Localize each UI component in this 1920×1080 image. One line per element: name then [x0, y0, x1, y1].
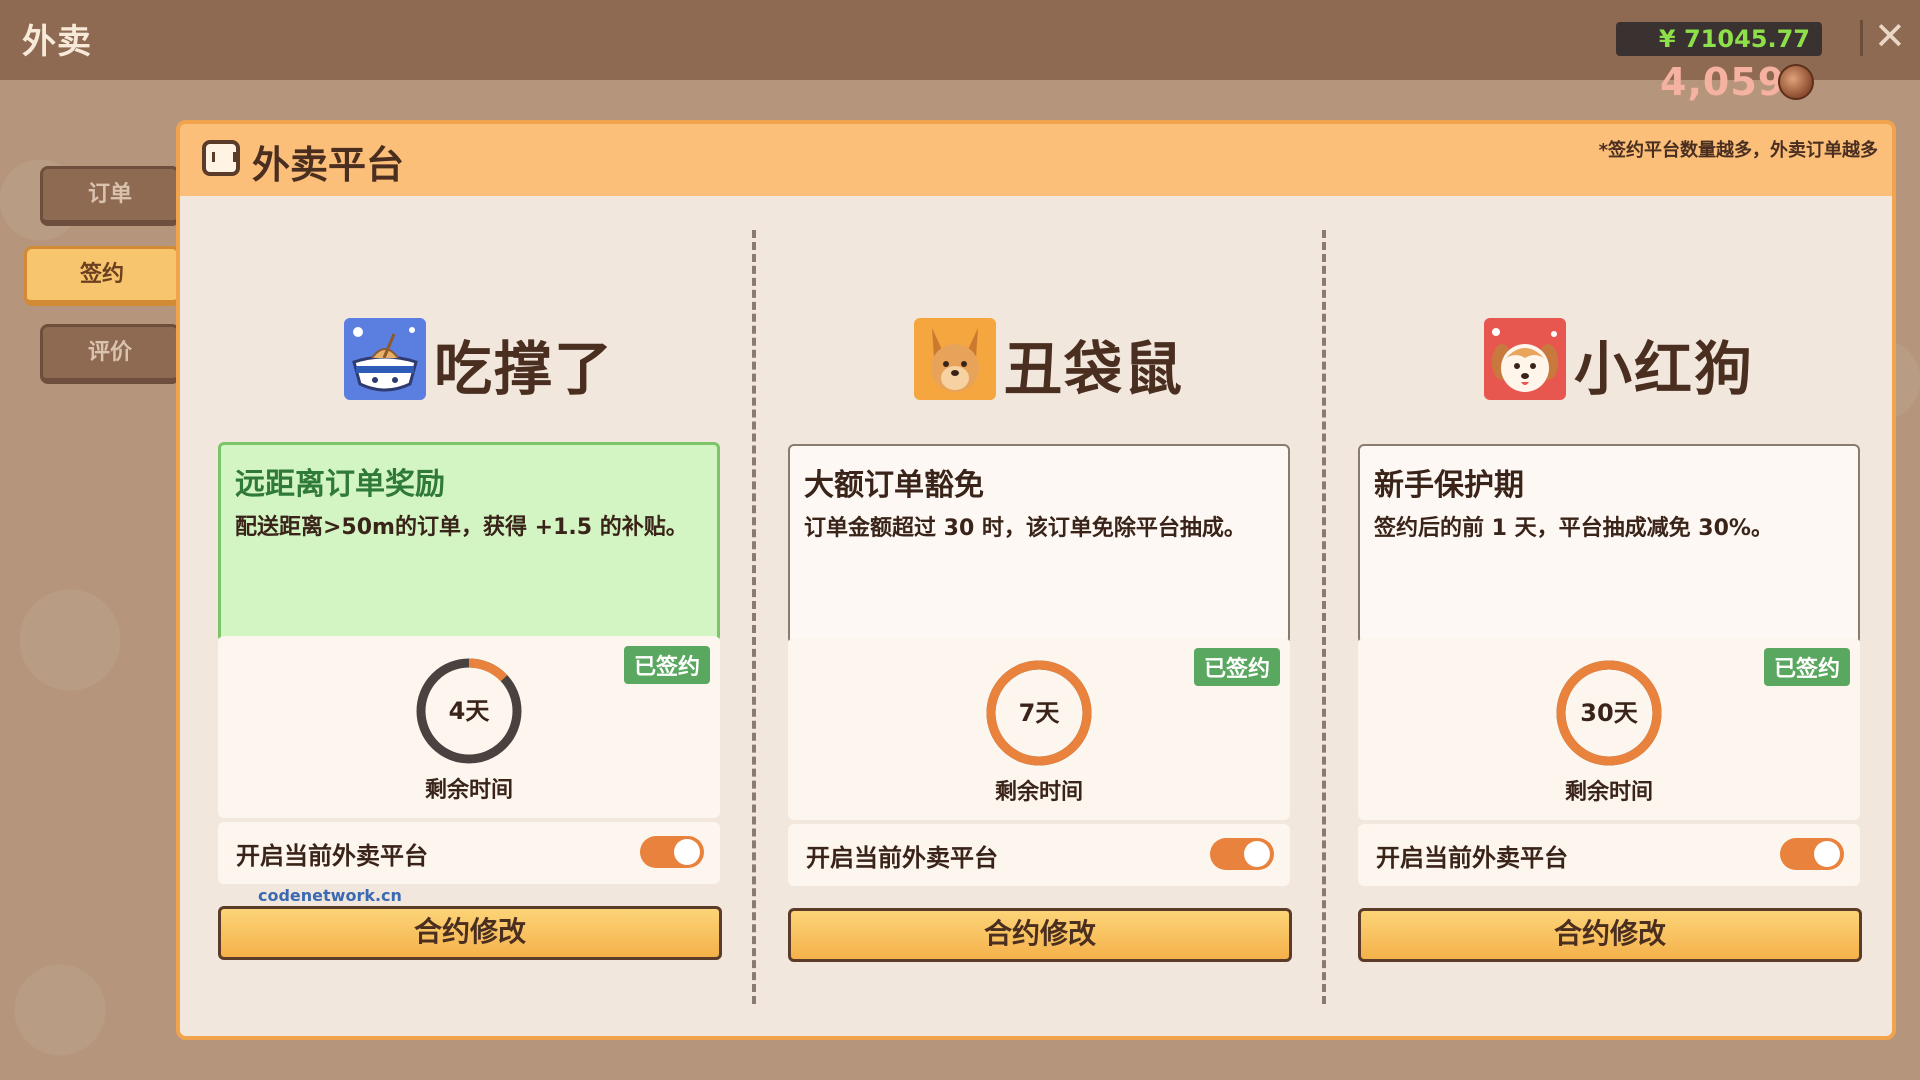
top-bar: 外卖 ¥ 71045.77 ✕: [0, 0, 1920, 80]
monitor-icon: [202, 140, 240, 176]
close-icon[interactable]: ✕: [1874, 16, 1906, 56]
perk-description: 签约后的前 1 天，平台抽成减免 30%。: [1374, 516, 1773, 541]
platform-panel: 外卖平台 *签约平台数量越多，外卖订单越多 吃撑了 远距离订单奖励 配送距离>5…: [176, 120, 1896, 1040]
platform-card-choudaishu: 丑袋鼠 大额订单豁免 订单金额超过 30 时，该订单免除平台抽成。 已签约 7天…: [788, 196, 1298, 1036]
signed-badge: 已签约: [623, 646, 710, 684]
enable-platform-row: 开启当前外卖平台: [788, 824, 1290, 886]
perk-title: 大额订单豁免: [804, 468, 984, 503]
kangaroo-icon: [914, 318, 996, 400]
enable-platform-label: 开启当前外卖平台: [806, 844, 998, 872]
toggle-knob: [1814, 841, 1840, 867]
coin-icon: [1778, 64, 1814, 100]
platform-name: 丑袋鼠: [1004, 335, 1185, 403]
enable-platform-label: 开启当前外卖平台: [236, 842, 428, 870]
dog-icon: [1484, 318, 1566, 400]
app-title: 外卖: [22, 22, 92, 62]
column-divider: [1322, 230, 1326, 1004]
panel-title: 外卖平台: [252, 143, 405, 187]
enable-platform-toggle[interactable]: [640, 836, 704, 868]
modify-contract-button[interactable]: 合约修改: [788, 908, 1292, 962]
modify-contract-button[interactable]: 合约修改: [218, 906, 722, 960]
modify-contract-button[interactable]: 合约修改: [1358, 908, 1862, 962]
platform-name: 小红狗: [1574, 335, 1755, 403]
noodle-bowl-icon: [344, 318, 426, 400]
enable-platform-row: 开启当前外卖平台: [218, 822, 720, 884]
signed-badge: 已签约: [1763, 648, 1850, 686]
platform-name: 吃撑了: [434, 335, 615, 403]
platform-card-chichengle: 吃撑了 远距离订单奖励 配送距离>50m的订单，获得 +1.5 的补贴。 已签约…: [218, 196, 728, 1036]
perk-title: 远距离订单奖励: [235, 467, 445, 502]
timer-box: 已签约 7天 剩余时间: [788, 638, 1290, 820]
remaining-time-label: 剩余时间: [424, 778, 513, 803]
perk-box: 远距离订单奖励 配送距离>50m的订单，获得 +1.5 的补贴。: [218, 442, 720, 642]
timer-box: 已签约 30天 剩余时间: [1358, 638, 1860, 820]
remaining-days: 4天: [448, 697, 490, 725]
timer-box: 已签约 4天 剩余时间: [218, 636, 720, 818]
panel-header: 外卖平台 *签约平台数量越多，外卖订单越多: [180, 124, 1892, 196]
tab-orders[interactable]: 订单: [40, 166, 180, 226]
signed-badge: 已签约: [1193, 648, 1280, 686]
perk-box: 新手保护期 签约后的前 1 天，平台抽成减免 30%。: [1358, 444, 1860, 644]
coin-count: 4,059: [1660, 60, 1786, 104]
tab-reviews[interactable]: 评价: [40, 324, 180, 384]
platform-card-xiaohonggou: 小红狗 新手保护期 签约后的前 1 天，平台抽成减免 30%。 已签约 30天 …: [1358, 196, 1868, 1036]
perk-title: 新手保护期: [1374, 468, 1524, 503]
watermark-text: codenetwork.cn: [258, 886, 402, 905]
money-display: ¥ 71045.77: [1616, 22, 1822, 56]
enable-platform-toggle[interactable]: [1210, 838, 1274, 870]
toggle-knob: [1244, 841, 1270, 867]
remaining-time-label: 剩余时间: [994, 780, 1083, 805]
enable-platform-toggle[interactable]: [1780, 838, 1844, 870]
toggle-knob: [674, 839, 700, 865]
topbar-separator: [1860, 20, 1863, 56]
perk-box: 大额订单豁免 订单金额超过 30 时，该订单免除平台抽成。: [788, 444, 1290, 644]
perk-description: 订单金额超过 30 时，该订单免除平台抽成。: [804, 516, 1246, 541]
column-divider: [752, 230, 756, 1004]
perk-description: 配送距离>50m的订单，获得 +1.5 的补贴。: [235, 515, 688, 540]
remaining-days: 7天: [1018, 699, 1060, 727]
remaining-time-label: 剩余时间: [1564, 780, 1653, 805]
enable-platform-label: 开启当前外卖平台: [1376, 844, 1568, 872]
enable-platform-row: 开启当前外卖平台: [1358, 824, 1860, 886]
panel-note: *签约平台数量越多，外卖订单越多: [1598, 140, 1878, 161]
tab-contracts[interactable]: 签约: [24, 246, 180, 306]
remaining-days: 30天: [1580, 699, 1638, 727]
